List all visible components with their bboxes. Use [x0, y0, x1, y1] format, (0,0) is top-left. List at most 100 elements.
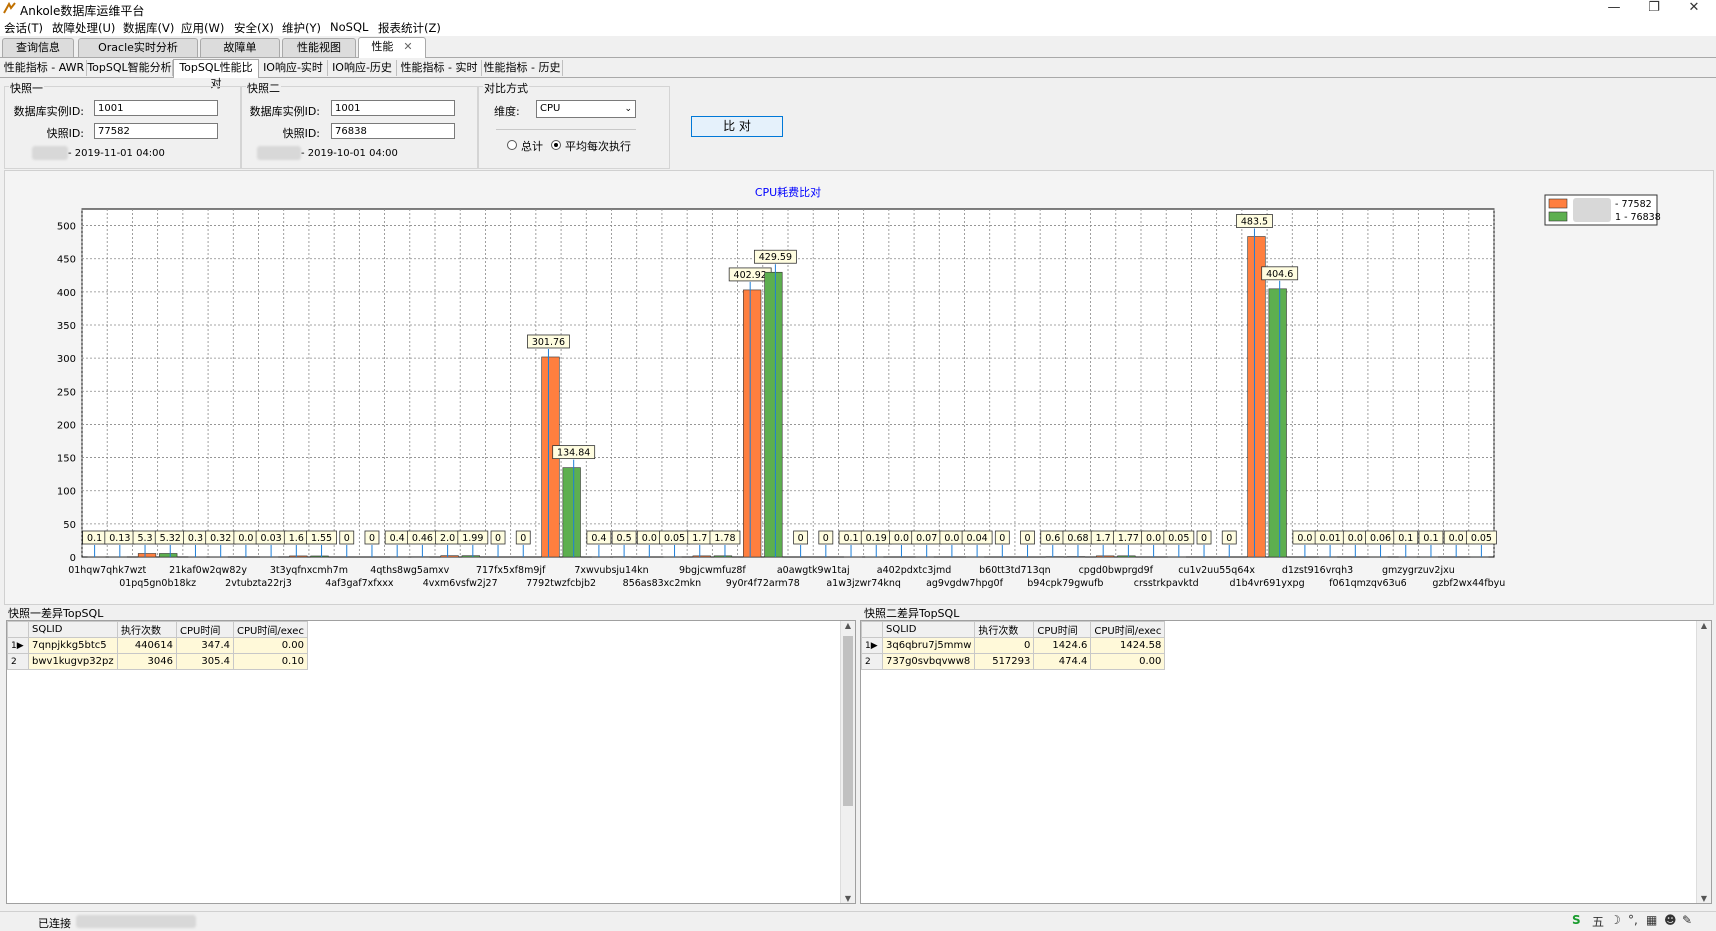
cell-cpu-per-exec[interactable]: 0.10: [234, 654, 308, 670]
col-cpu-per-exec[interactable]: CPU时间/exec: [1091, 622, 1165, 638]
cell-cpu[interactable]: 347.4: [177, 638, 234, 654]
table-row[interactable]: 2 bwv1kugvp32pz 3046 305.4 0.10: [8, 654, 308, 670]
scroll-down-icon[interactable]: ▼: [841, 894, 855, 903]
tab-performance[interactable]: 性能✕: [358, 37, 426, 58]
cell-exec[interactable]: 517293: [975, 654, 1034, 670]
data-label: 1.55: [311, 533, 332, 544]
cell-sqlid[interactable]: 737g0svbqvww8: [883, 654, 975, 670]
close-tab-icon[interactable]: ✕: [403, 40, 412, 53]
tab-oracle-realtime[interactable]: Oracle实时分析: [78, 38, 198, 57]
y-tick-label: 200: [57, 420, 76, 431]
ime-logo-icon[interactable]: S: [1572, 913, 1581, 927]
ime-user-icon[interactable]: ☻: [1664, 913, 1677, 927]
data-label: 0: [1226, 533, 1232, 544]
cell-cpu[interactable]: 305.4: [177, 654, 234, 670]
col-exec[interactable]: 执行次数: [975, 622, 1034, 638]
tab-topsql-compare[interactable]: TopSQL性能比对: [173, 59, 259, 78]
ime-wubi-icon[interactable]: 五: [1592, 913, 1604, 930]
col-sqlid[interactable]: SQLID: [29, 622, 118, 638]
table-row[interactable]: 1▶ 3q6qbru7j5mmw 0 1424.6 1424.58: [862, 638, 1165, 654]
snapshot2-db-id-input[interactable]: 1001: [331, 100, 455, 116]
radio-total[interactable]: [507, 140, 517, 150]
diff1-scrollbar[interactable]: ▲ ▼: [840, 621, 855, 903]
ime-settings-icon[interactable]: ✎: [1682, 913, 1692, 927]
data-label: 0.0: [1348, 533, 1363, 544]
tab-perf-history[interactable]: 性能指标 - 历史: [482, 60, 563, 76]
menu-database[interactable]: 数据库(V): [123, 20, 174, 36]
col-cpu[interactable]: CPU时间: [177, 622, 234, 638]
cell-cpu[interactable]: 474.4: [1034, 654, 1091, 670]
data-label: 301.76: [532, 337, 565, 348]
snapshot1-label: 快照一: [9, 80, 44, 96]
bar: [1269, 289, 1287, 557]
y-tick-label: 100: [57, 487, 76, 498]
table-row[interactable]: 2 737g0svbqvww8 517293 474.4 0.00: [862, 654, 1165, 670]
minimize-button[interactable]: —: [1594, 0, 1634, 18]
cell-cpu-per-exec[interactable]: 0.00: [234, 638, 308, 654]
data-label: 0.6: [1045, 533, 1060, 544]
tab-io-realtime[interactable]: IO响应-实时: [259, 60, 328, 76]
snapshot2-snap-id-input[interactable]: 76838: [331, 123, 455, 139]
cell-exec[interactable]: 3046: [118, 654, 177, 670]
x-tick-label: 717fx5xf8m9jf: [476, 565, 546, 576]
menu-session[interactable]: 会话(T): [4, 20, 43, 36]
menu-security[interactable]: 安全(X): [234, 20, 274, 36]
redacted-instance-name: [32, 146, 68, 160]
tab-io-history[interactable]: IO响应-历史: [328, 60, 397, 76]
menu-maintain[interactable]: 维护(Y): [282, 20, 321, 36]
x-tick-label: 856as83xc2mkn: [623, 578, 702, 589]
radio-avg-per-exec[interactable]: [551, 140, 561, 150]
row-number: 1▶: [862, 638, 883, 654]
col-sqlid[interactable]: SQLID: [883, 622, 975, 638]
data-label: 1.6: [289, 533, 304, 544]
snapshot1-snap-id-input[interactable]: 77582: [94, 123, 218, 139]
tab-perf-view[interactable]: 性能视图: [282, 38, 356, 57]
menu-nosql[interactable]: NoSQL: [330, 20, 368, 34]
tab-perf-realtime[interactable]: 性能指标 - 实时: [397, 60, 482, 76]
maximize-button[interactable]: ❐: [1634, 0, 1674, 18]
cell-exec[interactable]: 0: [975, 638, 1034, 654]
menu-report[interactable]: 报表统计(Z): [378, 20, 441, 36]
col-cpu[interactable]: CPU时间: [1034, 622, 1091, 638]
compare-button[interactable]: 比 对: [691, 116, 783, 137]
cell-exec[interactable]: 440614: [118, 638, 177, 654]
ime-keyboard-icon[interactable]: ▦: [1646, 913, 1657, 927]
x-tick-label: f061qmzqv63u6: [1329, 578, 1407, 589]
col-exec[interactable]: 执行次数: [118, 622, 177, 638]
cell-sqlid[interactable]: 7qnpjkkg5btc5: [29, 638, 118, 654]
cell-cpu-per-exec[interactable]: 1424.58: [1091, 638, 1165, 654]
cell-cpu[interactable]: 1424.6: [1034, 638, 1091, 654]
diff2-scrollbar[interactable]: ▲ ▼: [1696, 621, 1711, 903]
tab-query-info[interactable]: 查询信息: [2, 38, 74, 57]
table-row[interactable]: 1▶ 7qnpjkkg5btc5 440614 347.4 0.00: [8, 638, 308, 654]
menu-fault[interactable]: 故障处理(U): [52, 20, 115, 36]
compare-divider: [496, 129, 636, 130]
bar: [563, 468, 581, 557]
data-label: 0.0: [944, 533, 959, 544]
dimension-select[interactable]: CPU ⌄: [536, 100, 636, 118]
data-label: 0.0: [1297, 533, 1312, 544]
tab-topsql-analysis[interactable]: TopSQL智能分析: [87, 60, 173, 76]
scroll-up-icon[interactable]: ▲: [841, 621, 855, 630]
cell-sqlid[interactable]: bwv1kugvp32pz: [29, 654, 118, 670]
data-label: 0.0: [238, 533, 253, 544]
cell-cpu-per-exec[interactable]: 0.00: [1091, 654, 1165, 670]
ime-punct-icon[interactable]: °,: [1628, 913, 1638, 927]
x-tick-label: a0awgtk9w1taj: [777, 565, 850, 576]
close-window-button[interactable]: ✕: [1674, 0, 1714, 18]
diff1-grid[interactable]: SQLID 执行次数 CPU时间 CPU时间/exec 1▶ 7qnpjkkg5…: [6, 620, 856, 904]
cell-sqlid[interactable]: 3q6qbru7j5mmw: [883, 638, 975, 654]
col-cpu-per-exec[interactable]: CPU时间/exec: [234, 622, 308, 638]
scroll-down-icon[interactable]: ▼: [1697, 894, 1711, 903]
scroll-up-icon[interactable]: ▲: [1697, 621, 1711, 630]
scroll-thumb[interactable]: [843, 636, 853, 806]
data-label: 0.13: [109, 533, 130, 544]
snapshot1-db-id-input[interactable]: 1001: [94, 100, 218, 116]
menu-app[interactable]: 应用(W): [181, 20, 224, 36]
data-label: 0.01: [1320, 533, 1341, 544]
tab-awr[interactable]: 性能指标 - AWR: [2, 60, 87, 76]
ime-moon-icon[interactable]: ☽: [1610, 913, 1621, 927]
tab-fault-ticket[interactable]: 故障单: [200, 38, 280, 57]
bar: [1118, 556, 1136, 557]
diff2-grid[interactable]: SQLID 执行次数 CPU时间 CPU时间/exec 1▶ 3q6qbru7j…: [860, 620, 1712, 904]
